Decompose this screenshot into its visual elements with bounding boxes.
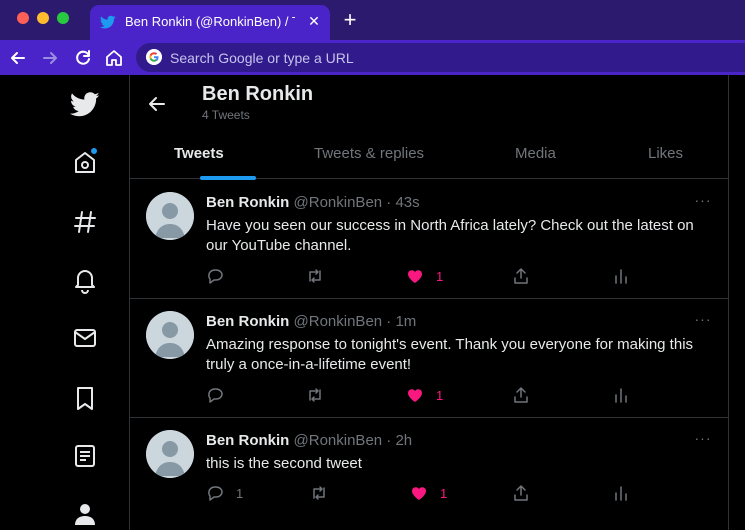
tab-close-icon[interactable]: ✕ xyxy=(306,13,322,29)
reply-icon xyxy=(208,269,223,284)
tab-tweets[interactable]: Tweets xyxy=(174,145,224,162)
tweet-actions: 1 xyxy=(206,385,627,405)
reply-button[interactable]: 1 xyxy=(206,483,243,503)
retweet-icon xyxy=(309,388,321,402)
tab-likes[interactable]: Likes xyxy=(648,145,683,162)
like-heart-icon xyxy=(412,487,426,500)
new-tab-button[interactable]: + xyxy=(340,9,360,31)
browser-tab[interactable]: Ben Ronkin (@RonkinBen) / Tw ✕ xyxy=(90,5,330,40)
avatar[interactable] xyxy=(146,311,194,359)
like-count: 1 xyxy=(436,268,444,284)
tweet-author-name[interactable]: Ben Ronkin xyxy=(206,313,289,330)
address-bar-placeholder: Search Google or type a URL xyxy=(170,50,354,66)
browser-tab-bar: Ben Ronkin (@RonkinBen) / Tw ✕ + xyxy=(0,0,745,40)
share-icon xyxy=(514,268,528,284)
tweet[interactable]: Ben Ronkin @RonkinBen · 1m ··· Amazing r… xyxy=(130,299,729,418)
tweet-handle-time: @RonkinBen · 1m xyxy=(293,313,417,330)
lists-icon[interactable] xyxy=(70,441,100,471)
notifications-bell-icon[interactable] xyxy=(70,265,100,295)
share-icon xyxy=(514,485,528,501)
twitter-logo-icon[interactable] xyxy=(70,89,100,119)
reload-icon[interactable] xyxy=(73,48,93,68)
tweet-text: Amazing response to tonight's event. Tha… xyxy=(206,336,694,373)
tweet[interactable]: Ben Ronkin @RonkinBen · 2h ··· this is t… xyxy=(130,418,729,530)
home-button-icon[interactable] xyxy=(104,48,124,68)
like-button[interactable]: 1 xyxy=(406,385,443,405)
more-options-icon[interactable]: ··· xyxy=(693,192,713,212)
analytics-button[interactable] xyxy=(612,385,630,405)
reply-icon xyxy=(208,388,223,403)
like-count: 1 xyxy=(436,387,444,403)
tweet[interactable]: Ben Ronkin @RonkinBen · 43s ··· Have you… xyxy=(130,180,729,299)
share-button[interactable] xyxy=(512,266,530,286)
like-button[interactable]: 1 xyxy=(410,483,447,503)
messages-mail-icon[interactable] xyxy=(70,323,100,353)
tab-title: Ben Ronkin (@RonkinBen) / Tw xyxy=(125,14,295,29)
like-heart-icon xyxy=(408,389,422,402)
tweet-author-name[interactable]: Ben Ronkin xyxy=(206,194,289,211)
tweet-actions: 1 1 xyxy=(206,483,627,503)
profile-icon[interactable] xyxy=(70,499,100,529)
analytics-icon xyxy=(615,269,627,284)
address-bar[interactable]: Search Google or type a URL xyxy=(136,43,745,72)
like-heart-icon xyxy=(408,270,422,283)
more-options-icon[interactable]: ··· xyxy=(693,430,713,450)
twitter-favicon-icon xyxy=(100,15,116,29)
like-count: 1 xyxy=(440,485,448,501)
analytics-icon xyxy=(615,388,627,403)
retweet-icon xyxy=(313,486,325,500)
explore-hash-icon[interactable] xyxy=(70,207,100,237)
reply-button[interactable] xyxy=(206,385,236,405)
tab-media[interactable]: Media xyxy=(515,145,556,162)
reply-button[interactable] xyxy=(206,266,236,286)
analytics-button[interactable] xyxy=(612,266,630,286)
tweet-handle-time: @RonkinBen · 43s xyxy=(293,194,420,211)
tweet-actions: 1 xyxy=(206,266,627,286)
retweet-icon xyxy=(309,269,321,283)
google-g-icon xyxy=(146,49,162,65)
window-close-button[interactable] xyxy=(17,12,29,24)
more-options-icon[interactable]: ··· xyxy=(693,311,713,331)
retweet-button[interactable] xyxy=(306,385,324,405)
analytics-button[interactable] xyxy=(612,483,630,503)
reply-icon xyxy=(208,486,223,501)
window-zoom-button[interactable] xyxy=(57,12,69,24)
left-sidebar xyxy=(0,75,130,530)
home-icon[interactable] xyxy=(70,147,100,177)
profile-name: Ben Ronkin xyxy=(202,83,314,105)
share-button[interactable] xyxy=(512,483,530,503)
tweet-text: this is the second tweet xyxy=(206,455,362,472)
back-arrow-icon[interactable] xyxy=(146,93,168,115)
reply-count: 1 xyxy=(236,485,244,501)
tweet-author-name[interactable]: Ben Ronkin xyxy=(206,432,289,449)
tweet-handle-time: @RonkinBen · 2h xyxy=(293,432,413,449)
share-button[interactable] xyxy=(512,385,530,405)
avatar[interactable] xyxy=(146,192,194,240)
avatar[interactable] xyxy=(146,430,194,478)
analytics-icon xyxy=(615,486,627,501)
back-arrow-icon[interactable] xyxy=(8,48,28,68)
share-icon xyxy=(514,387,528,403)
forward-arrow-icon[interactable] xyxy=(40,48,60,68)
browser-toolbar: Search Google or type a URL xyxy=(0,40,745,75)
retweet-button[interactable] xyxy=(310,483,328,503)
tab-tweets-and-replies[interactable]: Tweets & replies xyxy=(314,145,424,162)
profile-timeline: Ben Ronkin 4 Tweets Tweets Tweets & repl… xyxy=(130,75,729,530)
like-button[interactable]: 1 xyxy=(406,266,443,286)
bookmarks-icon[interactable] xyxy=(70,383,100,413)
tweet-count: 4 Tweets xyxy=(202,108,250,122)
window-minimize-button[interactable] xyxy=(37,12,49,24)
tweet-text: Have you seen our success in North Afric… xyxy=(206,217,694,254)
profile-tabs: Tweets Tweets & replies Media Likes xyxy=(130,131,729,180)
retweet-button[interactable] xyxy=(306,266,324,286)
